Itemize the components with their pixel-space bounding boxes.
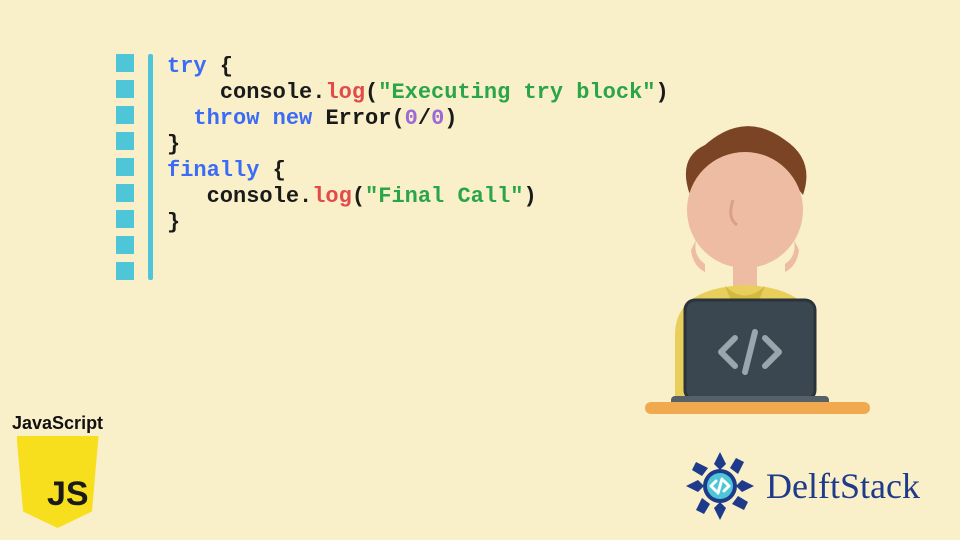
js-logo-label: JavaScript (12, 413, 103, 434)
face-icon (687, 152, 803, 268)
javascript-logo: JavaScript JS (12, 413, 103, 528)
gutter-bar (148, 54, 153, 280)
gutter-square (116, 106, 134, 124)
gutter-square (116, 262, 134, 280)
gutter-square (116, 210, 134, 228)
gutter-square (116, 132, 134, 150)
person-laptop-illustration (585, 100, 905, 420)
js-initials: JS (47, 475, 89, 514)
gutter-square (116, 80, 134, 98)
gutter-square (116, 236, 134, 254)
gutter-square (116, 184, 134, 202)
delftstack-text: DelftStack (766, 465, 920, 507)
js-shield-icon: JS (17, 436, 99, 528)
gutter-squares (116, 54, 134, 280)
gutter-square (116, 158, 134, 176)
gutter-square (116, 54, 134, 72)
delftstack-logo: DelftStack (684, 450, 920, 522)
desk (645, 402, 870, 414)
delftstack-emblem-icon (684, 450, 756, 522)
